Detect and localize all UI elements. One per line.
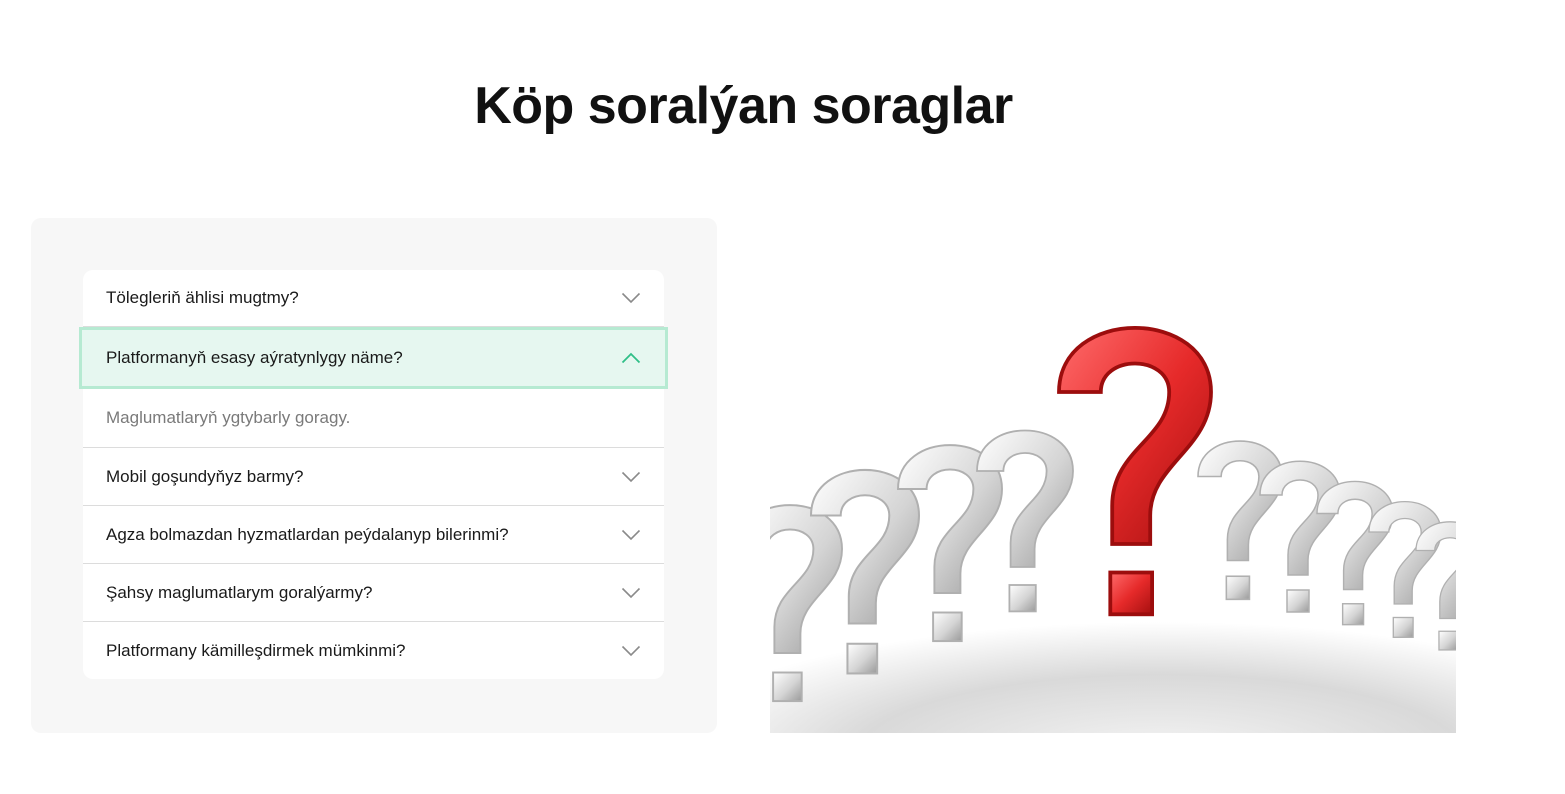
faq-item[interactable]: Mobil goşundyňyz barmy? xyxy=(83,448,664,506)
faq-question-row[interactable]: Şahsy maglumatlarym goralýarmy? xyxy=(83,564,664,621)
faq-question: Platformanyň esasy aýratynlygy näme? xyxy=(106,348,403,367)
chevron-down-icon[interactable] xyxy=(621,587,641,599)
chevron-down-icon[interactable] xyxy=(621,471,641,483)
faq-question: Agza bolmazdan hyzmatlardan peýdalanyp b… xyxy=(106,524,509,544)
chevron-down-icon[interactable] xyxy=(621,529,641,541)
question-marks-illustration xyxy=(770,290,1456,733)
faq-question-row[interactable]: Platformany kämilleşdirmek mümkinmi? xyxy=(83,622,664,679)
page-title: Köp soralýan soraglar xyxy=(474,77,1013,135)
faq-question: Şahsy maglumatlarym goralýarmy? xyxy=(106,582,373,602)
faq-list: Tölegleriň ählisi mugtmy? Platformanyň e… xyxy=(79,270,668,679)
faq-question: Mobil goşundyňyz barmy? xyxy=(106,466,304,486)
faq-question-row[interactable]: Tölegleriň ählisi mugtmy? xyxy=(83,270,664,326)
faq-panel: Tölegleriň ählisi mugtmy? Platformanyň e… xyxy=(31,218,717,733)
faq-item[interactable]: Tölegleriň ählisi mugtmy? xyxy=(83,270,664,327)
chevron-down-icon[interactable] xyxy=(621,645,641,657)
faq-question: Platformany kämilleşdirmek mümkinmi? xyxy=(106,640,406,660)
faq-question: Tölegleriň ählisi mugtmy? xyxy=(106,288,299,307)
faq-item[interactable]: Platformany kämilleşdirmek mümkinmi? xyxy=(83,622,664,679)
faq-question-row[interactable]: Mobil goşundyňyz barmy? xyxy=(83,448,664,505)
faq-item[interactable]: Şahsy maglumatlarym goralýarmy? xyxy=(83,564,664,622)
chevron-down-icon[interactable] xyxy=(621,292,641,304)
faq-item[interactable]: Agza bolmazdan hyzmatlardan peýdalanyp b… xyxy=(83,506,664,564)
faq-answer: Maglumatlaryň ygtybarly goragy. xyxy=(106,408,351,427)
faq-item-open[interactable]: Platformanyň esasy aýratynlygy näme? Mag… xyxy=(79,327,668,448)
faq-question-row[interactable]: Agza bolmazdan hyzmatlardan peýdalanyp b… xyxy=(83,506,664,563)
faq-question-row[interactable]: Platformanyň esasy aýratynlygy näme? xyxy=(79,327,668,389)
chevron-up-icon[interactable] xyxy=(621,352,641,364)
